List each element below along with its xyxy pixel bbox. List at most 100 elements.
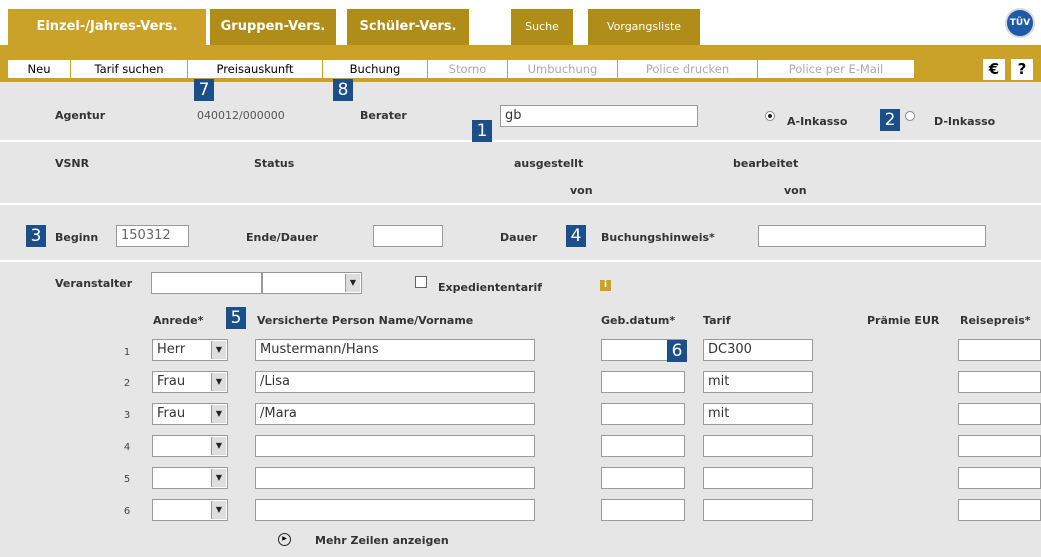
chevron-down-icon[interactable]: ▼ (211, 501, 226, 519)
name-input[interactable]: /Lisa (255, 371, 535, 393)
ausgestellt-label: ausgestellt (514, 157, 584, 170)
callout-badge-7: 7 (194, 79, 214, 101)
tab-suche[interactable]: Suche (511, 9, 573, 45)
euro-button[interactable]: € (983, 59, 1005, 80)
menu-police-drucken[interactable]: Police drucken (618, 60, 758, 78)
gebdatum-input[interactable] (601, 467, 685, 489)
reisepreis-input[interactable] (958, 339, 1041, 361)
tarif-input[interactable] (703, 499, 813, 521)
d-inkasso-label: D-Inkasso (934, 115, 996, 128)
chevron-down-icon[interactable]: ▼ (345, 274, 360, 292)
menu-neu[interactable]: Neu (8, 60, 71, 78)
callout-badge-1: 1 (472, 120, 492, 142)
anrede-select[interactable]: Herr ▼ (152, 339, 228, 361)
tarif-input[interactable]: mit (703, 371, 813, 393)
menu-bar: Neu Tarif suchen Preisauskunft Buchung S… (0, 45, 1041, 82)
beginn-input[interactable]: 150312 (116, 225, 189, 247)
anrede-select[interactable]: ▼ (152, 499, 228, 521)
mehr-zeilen-link[interactable]: Mehr Zeilen anzeigen (315, 534, 449, 547)
anrede-select[interactable]: Frau ▼ (152, 403, 228, 425)
d-inkasso-radio[interactable] (905, 111, 915, 121)
tarif-input[interactable]: DC300 (703, 339, 813, 361)
agentur-label: Agentur (55, 109, 106, 122)
beginn-label: Beginn (55, 231, 99, 244)
menu-buchung[interactable]: Buchung (323, 60, 428, 78)
name-input[interactable] (255, 435, 535, 457)
tarif-input[interactable]: mit (703, 403, 813, 425)
anrede-select[interactable]: ▼ (152, 467, 228, 489)
buchungshinweis-input[interactable] (758, 225, 986, 247)
reisepreis-input[interactable] (958, 467, 1041, 489)
name-input[interactable]: Mustermann/Hans (255, 339, 535, 361)
header-geb: Geb.datum* (601, 314, 676, 327)
berater-label: Berater (360, 109, 407, 122)
callout-badge-4: 4 (566, 225, 586, 247)
tab-gruppen[interactable]: Gruppen-Vers. (210, 9, 336, 45)
tuv-logo: TÜV (1005, 8, 1035, 38)
berater-input[interactable]: gb (500, 105, 698, 127)
name-input[interactable] (255, 467, 535, 489)
chevron-down-icon[interactable]: ▼ (211, 373, 226, 391)
buchungshinweis-label: Buchungshinweis* (601, 231, 715, 244)
vsnr-label: VSNR (55, 157, 90, 170)
dauer-label: Dauer (500, 231, 538, 244)
veranstalter-input[interactable] (151, 272, 262, 294)
a-inkasso-label: A-Inkasso (787, 115, 848, 128)
tarif-input[interactable] (703, 435, 813, 457)
row-number: 1 (123, 347, 131, 358)
row-number: 6 (123, 506, 131, 517)
veranstalter-label: Veranstalter (55, 277, 133, 290)
chevron-down-icon[interactable]: ▼ (211, 405, 226, 423)
chevron-down-icon[interactable]: ▼ (211, 341, 226, 359)
reisepreis-input[interactable] (958, 371, 1041, 393)
name-input[interactable]: /Mara (255, 403, 535, 425)
header-name: Versicherte Person Name/Vorname (257, 314, 474, 327)
header-anrede: Anrede* (153, 314, 204, 327)
menu-preisauskunft[interactable]: Preisauskunft (188, 60, 323, 78)
menu-tarif-suchen[interactable]: Tarif suchen (71, 60, 188, 78)
anrede-select[interactable]: ▼ (152, 435, 228, 457)
tab-einzel-jahres[interactable]: Einzel-/Jahres-Vers. (8, 9, 206, 45)
chevron-down-icon[interactable]: ▼ (211, 469, 226, 487)
divider (0, 260, 1041, 262)
tarif-input[interactable] (703, 467, 813, 489)
anrede-value: Herr (157, 342, 186, 357)
header-reisepreis: Reisepreis* (960, 314, 1031, 327)
chevron-down-icon[interactable]: ▼ (211, 437, 226, 455)
status-label: Status (254, 157, 295, 170)
gebdatum-input[interactable] (601, 435, 685, 457)
divider (0, 140, 1041, 142)
reisepreis-input[interactable] (958, 499, 1041, 521)
veranstalter-select[interactable]: ▼ (262, 272, 362, 294)
ende-dauer-label: Ende/Dauer (246, 231, 318, 244)
gebdatum-input[interactable] (601, 403, 685, 425)
bearbeitet-label: bearbeitet (733, 157, 799, 170)
row-number: 3 (123, 410, 131, 421)
info-icon[interactable]: i (600, 280, 611, 291)
gebdatum-input[interactable] (601, 499, 685, 521)
reisepreis-input[interactable] (958, 403, 1041, 425)
menu-storno[interactable]: Storno (428, 60, 508, 78)
tab-vorgangsliste[interactable]: Vorgangsliste (588, 9, 700, 45)
expedientenTarif-label: Expediententarif (438, 281, 543, 294)
play-circle-icon[interactable]: ▶ (278, 533, 291, 546)
callout-badge-8: 8 (333, 79, 353, 101)
expedientenTarif-checkbox[interactable] (415, 276, 427, 288)
name-input[interactable] (255, 499, 535, 521)
callout-badge-6: 6 (667, 340, 687, 362)
reisepreis-input[interactable] (958, 435, 1041, 457)
help-button[interactable]: ? (1011, 59, 1033, 80)
menu-police-email[interactable]: Police per E-Mail (758, 60, 914, 78)
divider (0, 203, 1041, 205)
anrede-select[interactable]: Frau ▼ (152, 371, 228, 393)
ende-dauer-input[interactable] (373, 225, 443, 247)
anrede-value: Frau (157, 406, 186, 421)
menu-strip: Neu Tarif suchen Preisauskunft Buchung S… (8, 60, 914, 78)
tab-schueler[interactable]: Schüler-Vers. (347, 9, 469, 45)
a-inkasso-radio[interactable] (765, 111, 775, 121)
header-praemie: Prämie EUR (867, 314, 940, 327)
gebdatum-input[interactable] (601, 371, 685, 393)
menu-umbuchung[interactable]: Umbuchung (508, 60, 618, 78)
row-number: 2 (123, 378, 131, 389)
anrede-value: Frau (157, 374, 186, 389)
